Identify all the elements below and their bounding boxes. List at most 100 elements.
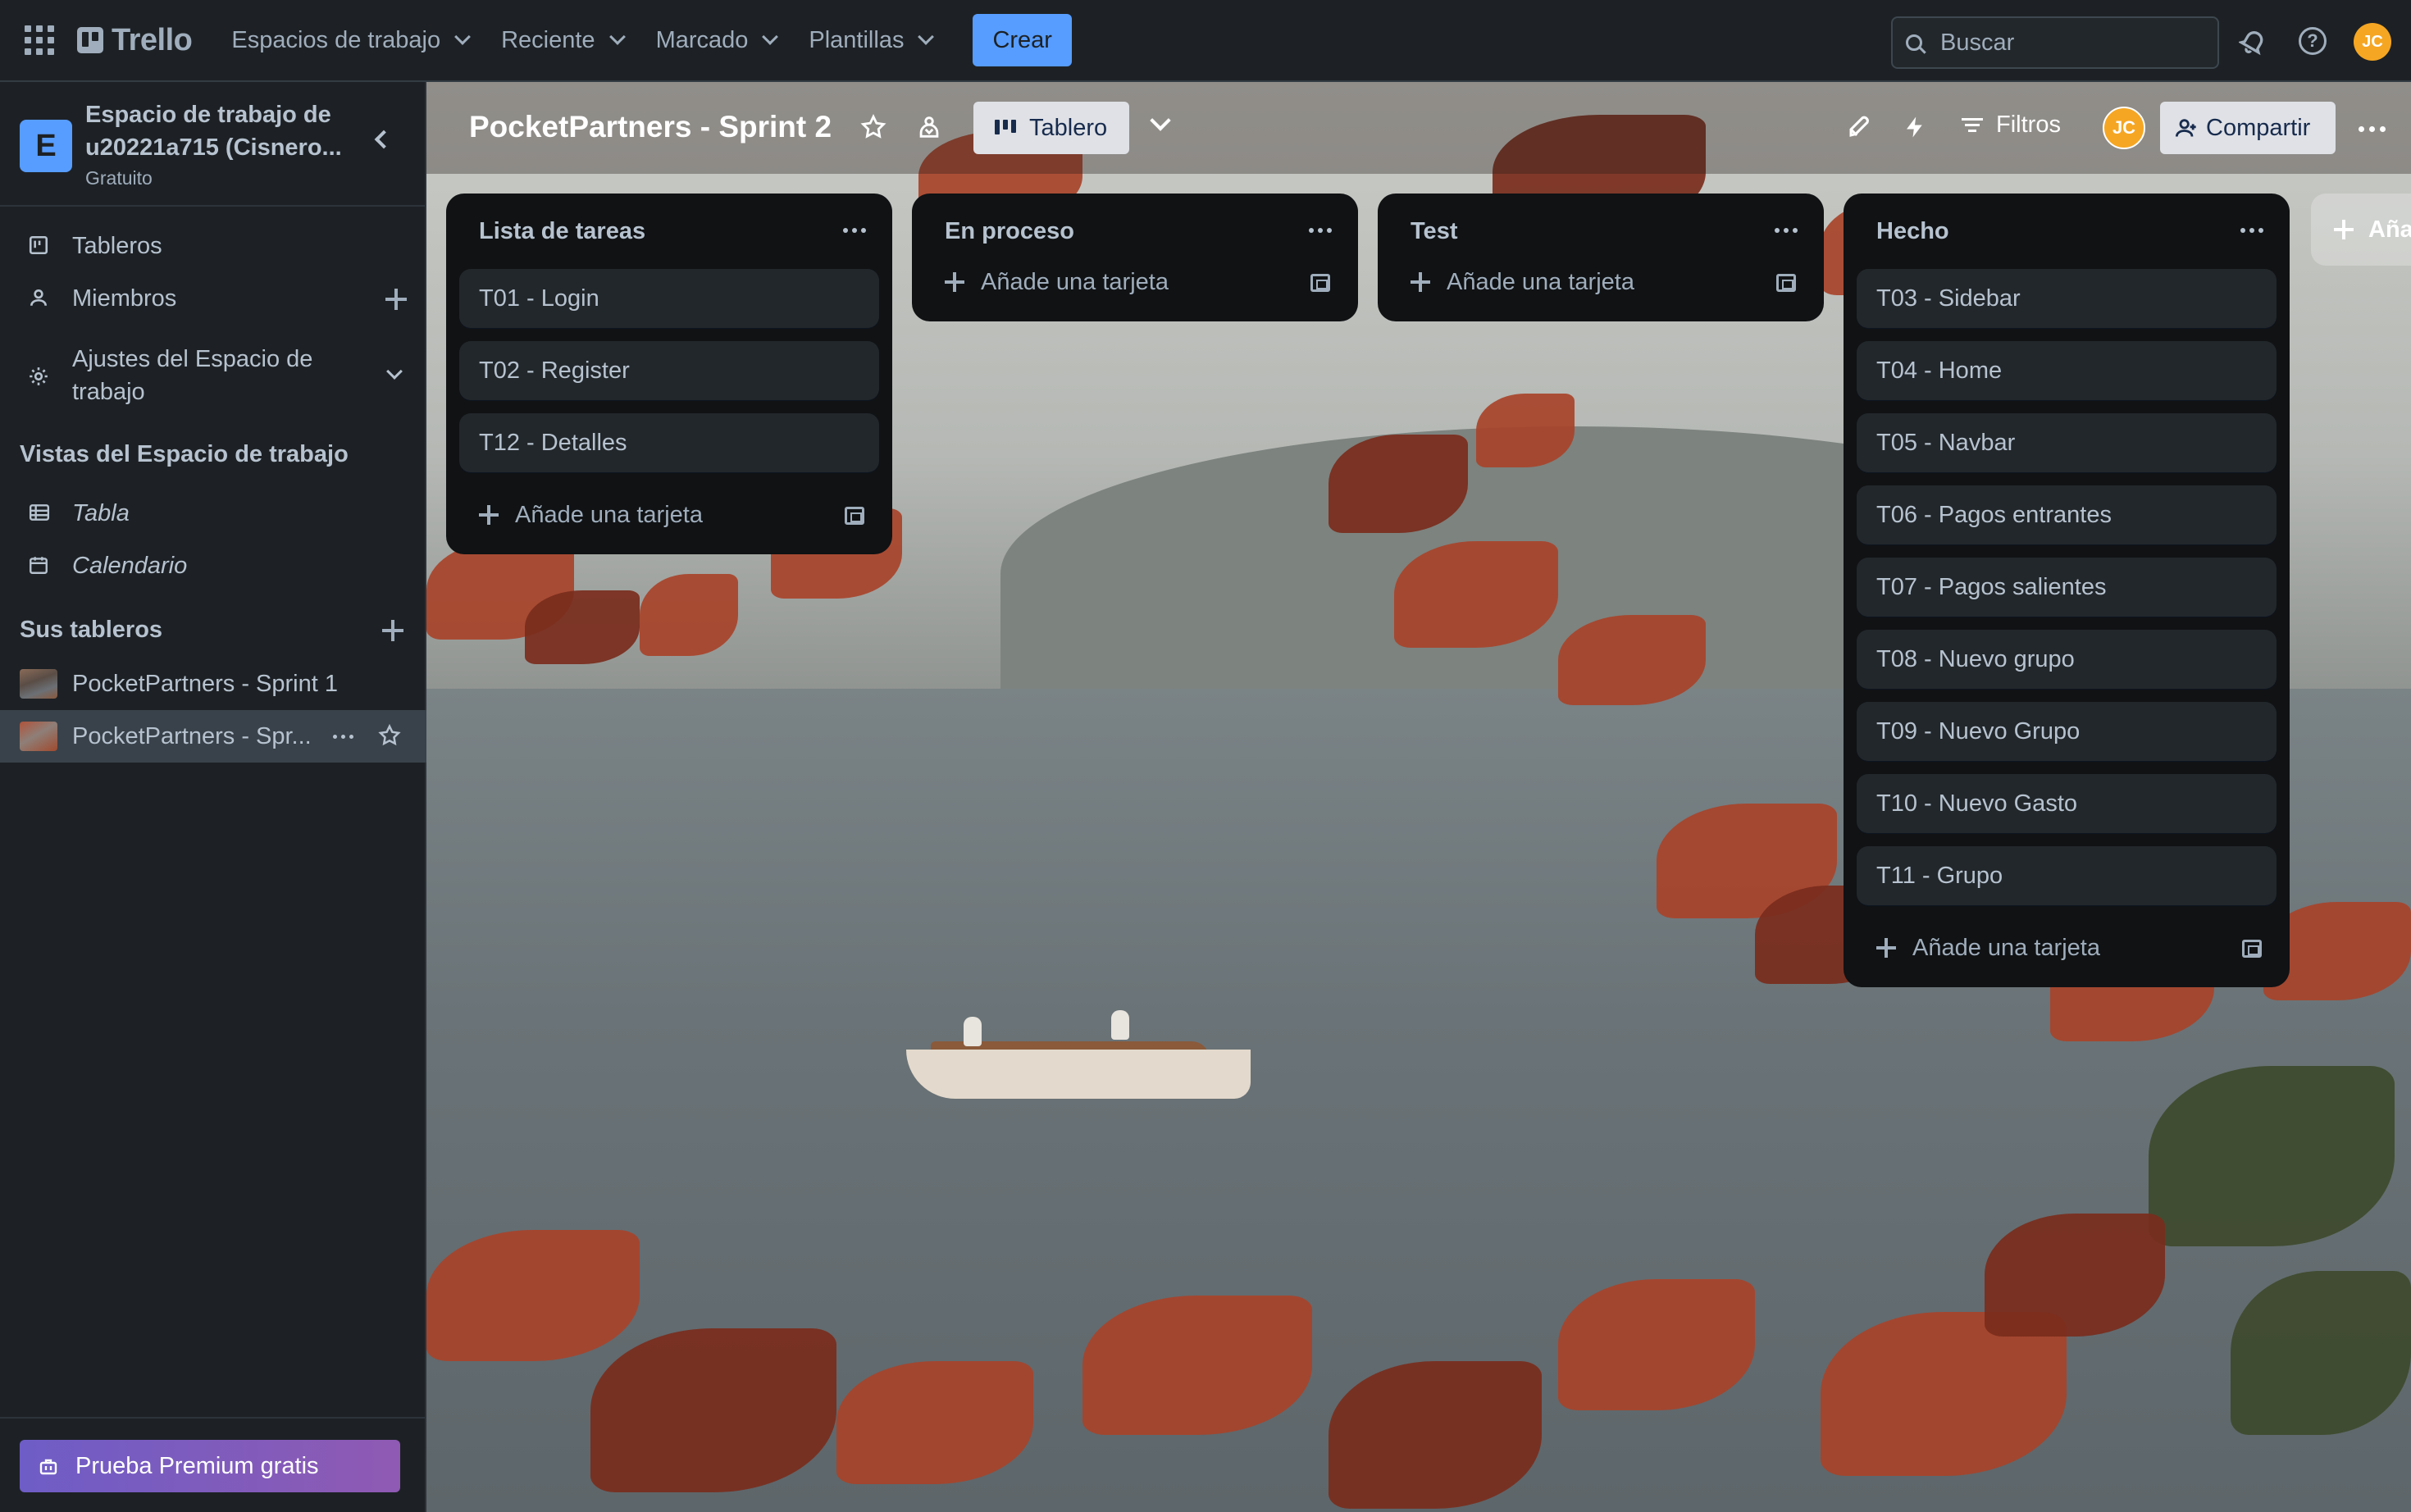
menu-workspaces-label: Espacios de trabajo (231, 26, 441, 53)
list-menu-icon[interactable] (1309, 228, 1332, 233)
card[interactable]: T04 - Home (1857, 341, 2277, 400)
list-title[interactable]: Lista de tareas (459, 194, 879, 269)
star-icon[interactable] (859, 113, 887, 145)
sidebar-view-calendar[interactable]: Calendario (0, 540, 426, 592)
board-menu-icon[interactable] (2359, 126, 2386, 132)
share-label: Compartir (2206, 114, 2311, 141)
list-title[interactable]: Hecho (1857, 194, 2277, 269)
plus-icon (479, 505, 499, 525)
add-list-button[interactable]: Aña (2311, 194, 2411, 266)
board-title[interactable]: PocketPartners - Sprint 2 (469, 110, 832, 144)
add-card-button[interactable]: Añade una tarjeta (1857, 918, 2277, 977)
chevron-down-icon (454, 29, 471, 45)
board-thumbnail (20, 722, 57, 751)
board-thumbnail (20, 669, 57, 699)
menu-recent[interactable]: Reciente (485, 16, 639, 65)
search-input[interactable] (1940, 29, 2203, 57)
card[interactable]: T11 - Grupo (1857, 846, 2277, 905)
try-premium-button[interactable]: Prueba Premium gratis (20, 1440, 400, 1492)
chevron-down-icon (918, 29, 935, 45)
menu-templates[interactable]: Plantillas (792, 16, 948, 65)
filter-icon (1962, 115, 1983, 135)
card-template-icon[interactable] (2242, 940, 2262, 958)
sidebar-item-boards[interactable]: Tableros (0, 220, 426, 272)
card[interactable]: T06 - Pagos entrantes (1857, 485, 2277, 544)
menu-recent-label: Reciente (501, 26, 595, 53)
plus-icon (945, 272, 964, 292)
sidebar-item-label: Tabla (72, 500, 130, 526)
visibility-icon[interactable] (915, 113, 943, 145)
add-board-icon[interactable] (382, 620, 403, 641)
search-icon (1906, 34, 1922, 51)
member-avatar[interactable]: JC (2103, 107, 2145, 149)
board-view-button[interactable]: Tablero (973, 102, 1129, 154)
more-options-icon[interactable] (333, 735, 353, 739)
add-card-button[interactable]: Añade una tarjeta (925, 253, 1345, 312)
create-button[interactable]: Crear (973, 14, 1072, 66)
automation-icon[interactable] (1903, 113, 1927, 145)
list-menu-icon[interactable] (843, 228, 866, 233)
sidebar-item-label: Tableros (72, 233, 162, 259)
menu-workspaces[interactable]: Espacios de trabajo (215, 16, 485, 65)
briefcase-icon (38, 1456, 59, 1483)
chevron-down-icon[interactable] (1150, 110, 1171, 131)
list-menu-icon[interactable] (2240, 228, 2263, 233)
add-card-label: Añade una tarjeta (1912, 934, 2100, 961)
sidebar-board-sprint-2[interactable]: PocketPartners - Spr... (0, 710, 426, 763)
card-template-icon[interactable] (1776, 274, 1796, 292)
gear-icon (28, 366, 49, 394)
calendar-icon (28, 554, 49, 582)
filters-button[interactable]: Filtros (1962, 112, 2061, 139)
add-card-label: Añade una tarjeta (515, 501, 703, 528)
card[interactable]: T02 - Register (459, 341, 879, 400)
menu-starred[interactable]: Marcado (640, 16, 793, 65)
add-card-label: Añade una tarjeta (981, 268, 1169, 295)
star-icon[interactable] (377, 723, 402, 752)
share-button[interactable]: Compartir (2160, 102, 2336, 154)
board-icon (28, 235, 49, 262)
list-title-text: Hecho (1876, 217, 1949, 244)
card[interactable]: T08 - Nuevo grupo (1857, 630, 2277, 689)
card[interactable]: T10 - Nuevo Gasto (1857, 774, 2277, 833)
list-todo: Lista de tareas T01 - Login T02 - Regist… (446, 194, 892, 554)
plus-icon (1411, 272, 1430, 292)
card[interactable]: T12 - Detalles (459, 413, 879, 472)
help-icon[interactable]: ? (2296, 25, 2329, 57)
sidebar-board-sprint-1[interactable]: PocketPartners - Sprint 1 (0, 658, 426, 710)
premium-label: Prueba Premium gratis (75, 1452, 319, 1479)
sidebar-view-table[interactable]: Tabla (0, 487, 426, 540)
notifications-icon[interactable] (2237, 25, 2270, 57)
workspace-views-heading: Vistas del Espacio de trabajo (20, 441, 349, 467)
sidebar-item-members[interactable]: Miembros (0, 272, 426, 325)
sidebar-item-label: Calendario (72, 553, 188, 579)
person-icon (28, 287, 49, 315)
card[interactable]: T01 - Login (459, 269, 879, 328)
collapse-sidebar-icon[interactable] (374, 130, 394, 149)
add-card-label: Añade una tarjeta (1447, 268, 1634, 295)
card-template-icon[interactable] (1310, 274, 1330, 292)
add-person-icon (2175, 116, 2198, 146)
app-switcher-icon[interactable] (23, 24, 56, 57)
card[interactable]: T09 - Nuevo Grupo (1857, 702, 2277, 761)
card-template-icon[interactable] (845, 507, 864, 525)
trello-logo[interactable]: Trello (77, 16, 193, 65)
board-view-label: Tablero (1029, 114, 1108, 141)
list-test: Test Añade una tarjeta (1378, 194, 1824, 321)
card[interactable]: T03 - Sidebar (1857, 269, 2277, 328)
boat-image (906, 1010, 1251, 1107)
power-ups-icon[interactable] (1845, 113, 1873, 145)
add-card-button[interactable]: Añade una tarjeta (1391, 253, 1811, 312)
workspace-name[interactable]: Espacio de trabajo de u20221a715 (Cisner… (85, 98, 356, 164)
search-box[interactable] (1891, 16, 2219, 69)
workspace-sidebar: E Espacio de trabajo de u20221a715 (Cisn… (0, 82, 426, 1512)
card[interactable]: T05 - Navbar (1857, 413, 2277, 472)
chevron-down-icon[interactable] (386, 363, 403, 380)
card[interactable]: T07 - Pagos salientes (1857, 558, 2277, 617)
add-member-icon[interactable] (385, 289, 407, 310)
list-title-text: En proceso (945, 217, 1074, 244)
sidebar-item-label: Miembros (72, 285, 177, 312)
add-card-button[interactable]: Añade una tarjeta (459, 485, 879, 544)
user-avatar[interactable]: JC (2354, 23, 2391, 61)
list-menu-icon[interactable] (1775, 228, 1798, 233)
sidebar-item-settings[interactable]: Ajustes del Espacio de trabajo (0, 338, 426, 417)
